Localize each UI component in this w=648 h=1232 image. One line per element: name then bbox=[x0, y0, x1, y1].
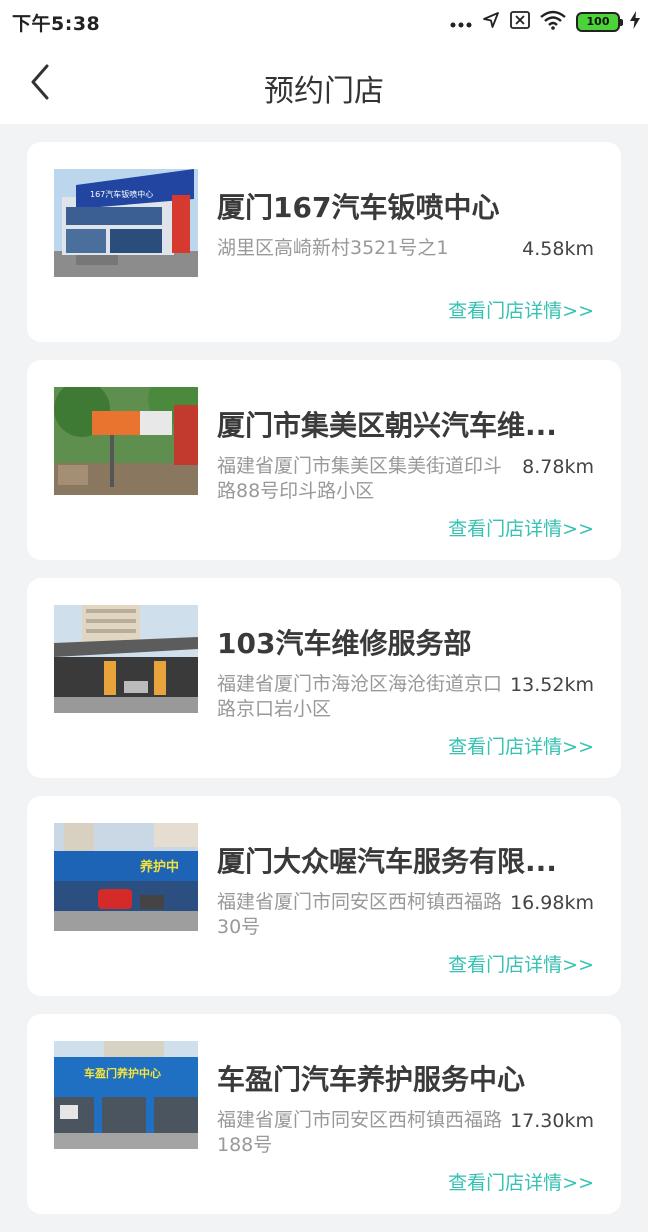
store-address: 福建省厦门市集美区集美街道印斗路88号印斗路小区 bbox=[217, 455, 503, 502]
location-arrow-icon bbox=[482, 11, 500, 33]
battery-icon: 100 bbox=[576, 12, 623, 32]
store-photo: 车盈门养护中心 bbox=[54, 1041, 198, 1149]
sim-x-icon bbox=[510, 11, 530, 33]
store-name: 厦门市集美区朝兴汽车维... bbox=[217, 409, 557, 442]
view-store-details-link[interactable]: 查看门店详情>> bbox=[448, 1168, 594, 1195]
store-photo: 167汽车钣喷中心 bbox=[54, 169, 198, 277]
store-name: 厦门167汽车钣喷中心 bbox=[217, 191, 500, 224]
page-title: 预约门店 bbox=[264, 74, 384, 109]
store-address: 福建省厦门市同安区西柯镇西福路30号 bbox=[217, 891, 503, 938]
view-store-details-link[interactable]: 查看门店详情>> bbox=[448, 514, 594, 541]
charging-bolt-icon bbox=[630, 11, 640, 33]
store-address: 湖里区高崎新村3521号之1 bbox=[217, 237, 449, 259]
view-store-details-link[interactable]: 查看门店详情>> bbox=[448, 950, 594, 977]
store-sign-text: 养护中 bbox=[139, 859, 179, 875]
store-distance: 16.98km bbox=[510, 892, 594, 914]
store-card[interactable]: 车盈门养护中心 车盈门汽车养护服务中心 福建省厦门市同安区西柯镇西福路188号 … bbox=[27, 1014, 621, 1214]
view-store-details-link[interactable]: 查看门店详情>> bbox=[448, 296, 594, 323]
store-distance: 4.58km bbox=[522, 238, 594, 260]
store-name: 103汽车维修服务部 bbox=[217, 627, 472, 660]
store-address: 福建省厦门市海沧区海沧街道京口路京口岩小区 bbox=[217, 673, 503, 720]
store-name: 厦门大众喔汽车服务有限... bbox=[217, 845, 557, 878]
store-distance: 13.52km bbox=[510, 674, 594, 696]
store-card[interactable]: 167汽车钣喷中心 厦门167汽车钣喷中心 湖里区高崎新村3521号之1 4.5… bbox=[27, 142, 621, 342]
view-store-details-link[interactable]: 查看门店详情>> bbox=[448, 732, 594, 759]
dots-icon bbox=[450, 13, 472, 32]
store-card[interactable]: 养护中 厦门大众喔汽车服务有限... 福建省厦门市同安区西柯镇西福路30号 16… bbox=[27, 796, 621, 996]
status-time: 下午5:38 bbox=[12, 13, 101, 35]
store-distance: 8.78km bbox=[522, 456, 594, 478]
store-sign-text: 167汽车钣喷中心 bbox=[90, 189, 153, 199]
store-photo bbox=[54, 605, 198, 713]
store-distance: 17.30km bbox=[510, 1110, 594, 1132]
store-card[interactable]: 厦门市集美区朝兴汽车维... 福建省厦门市集美区集美街道印斗路88号印斗路小区 … bbox=[27, 360, 621, 560]
store-name: 车盈门汽车养护服务中心 bbox=[217, 1063, 526, 1096]
store-photo bbox=[54, 387, 198, 495]
wifi-icon bbox=[540, 10, 566, 34]
nav-bar: 预约门店 bbox=[0, 44, 648, 124]
store-photo: 养护中 bbox=[54, 823, 198, 931]
store-card[interactable]: 103汽车维修服务部 福建省厦门市海沧区海沧街道京口路京口岩小区 13.52km… bbox=[27, 578, 621, 778]
store-sign-text: 车盈门养护中心 bbox=[84, 1066, 161, 1080]
store-list: 167汽车钣喷中心 厦门167汽车钣喷中心 湖里区高崎新村3521号之1 4.5… bbox=[27, 142, 621, 1232]
status-bar: 下午5:38 100 bbox=[0, 0, 648, 44]
status-icons: 100 bbox=[440, 10, 640, 34]
store-address: 福建省厦门市同安区西柯镇西福路188号 bbox=[217, 1109, 503, 1156]
